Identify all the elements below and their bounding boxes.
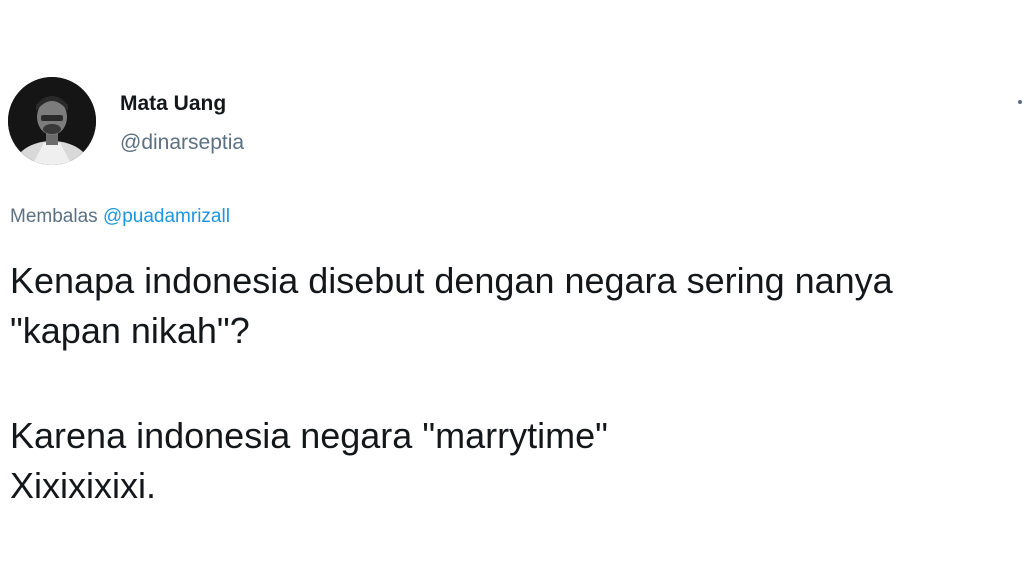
tweet-card: Mata Uang @dinarseptia Membalas @puadamr…: [0, 0, 1024, 576]
avatar-image: [8, 77, 96, 165]
avatar[interactable]: [8, 77, 96, 165]
author-name[interactable]: Mata Uang: [120, 92, 226, 116]
reply-mention-link[interactable]: @puadamrizall: [103, 206, 230, 227]
reply-prefix: Membalas: [10, 206, 98, 227]
tweet-text-line: Karena indonesia negara "marrytime": [10, 415, 608, 456]
tweet-text-line: Kenapa indonesia disebut dengan negara s…: [10, 260, 893, 301]
tweet-text-line: "kapan nikah"?: [10, 310, 250, 351]
author-handle[interactable]: @dinarseptia: [120, 131, 244, 155]
paragraph-break: [10, 356, 1024, 411]
more-dot: [1018, 100, 1022, 104]
reply-context: Membalas @puadamrizall: [10, 206, 230, 228]
tweet-text: Kenapa indonesia disebut dengan negara s…: [10, 256, 1024, 511]
tweet-text-line: Xixixixixi.: [10, 465, 157, 506]
more-dots-icon[interactable]: [1006, 84, 1024, 124]
